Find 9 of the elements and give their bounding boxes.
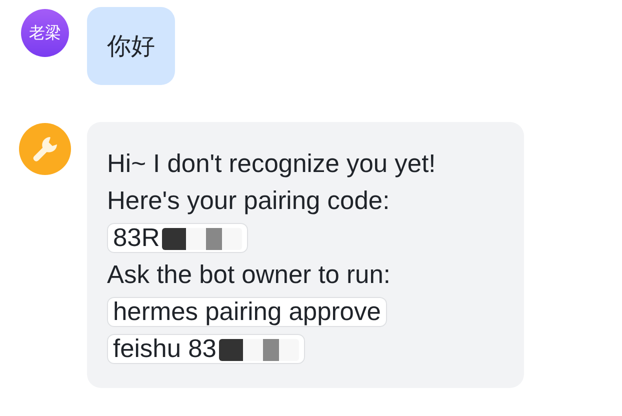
bot-avatar[interactable] <box>19 123 71 175</box>
message-bubble: 你好 <box>87 7 175 85</box>
message-text: Hi~ I don't recognize you yet! <box>107 150 436 178</box>
user-avatar[interactable]: 老梁 <box>21 9 69 57</box>
message-text: Here's your pairing code: <box>107 187 390 215</box>
message-text: Ask the bot owner to run: <box>107 261 390 289</box>
inline-code: hermes pairing approve <box>107 297 387 327</box>
inline-code: feishu 83 <box>107 334 304 364</box>
inline-code: 83R <box>107 223 248 253</box>
